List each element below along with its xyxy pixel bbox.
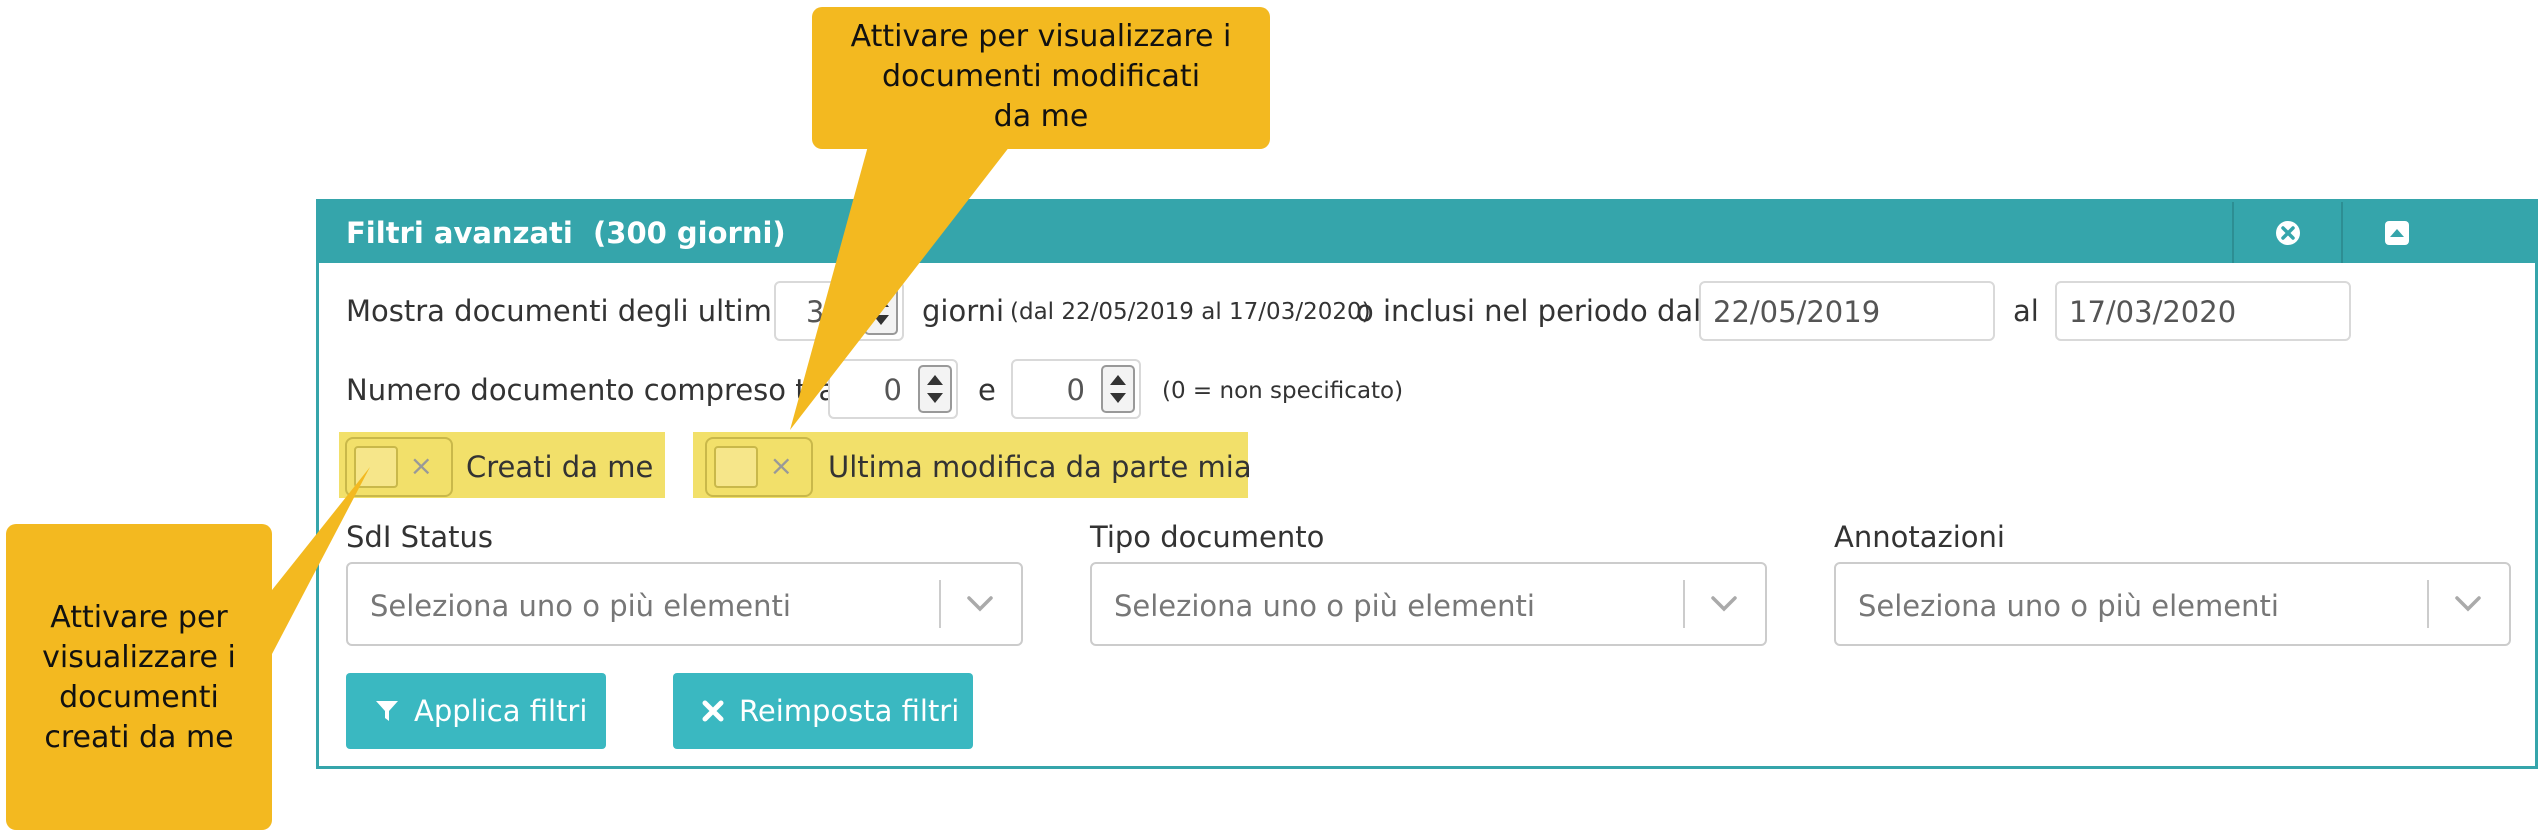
left-callout-pointer <box>272 467 370 654</box>
top-callout-pointer <box>790 146 1010 430</box>
left-callout-text: Attivare per visualizzare i documenti cr… <box>42 600 236 755</box>
top-callout-text: Attivare per visualizzare i documenti mo… <box>850 19 1232 134</box>
callout-pointers <box>272 146 1010 654</box>
